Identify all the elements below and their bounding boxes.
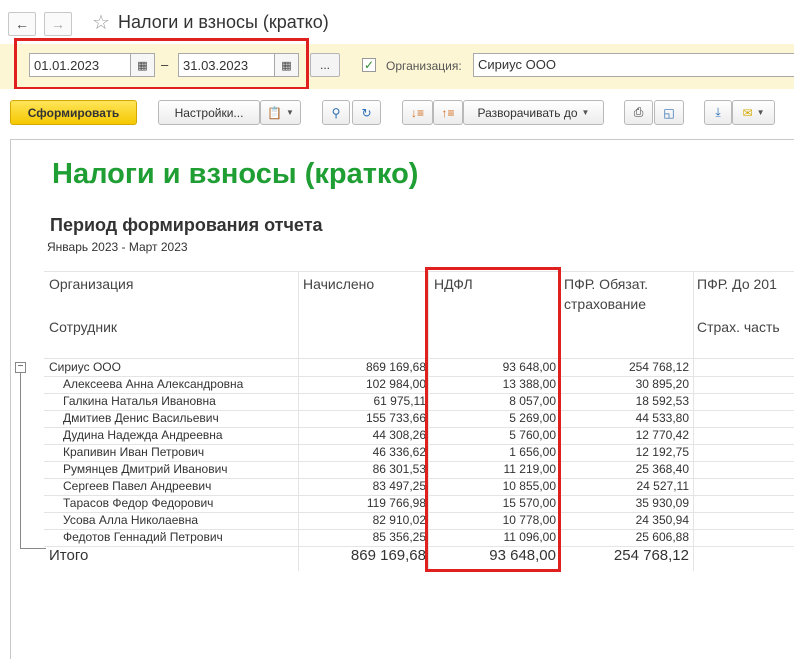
chevron-down-icon: ▼: [286, 108, 294, 117]
column-header-pfr-insurance-part: Страх. часть: [697, 319, 780, 335]
employee-accrued: 119 766,98: [366, 496, 426, 510]
employee-name: Усова Алла Николаевна: [63, 513, 199, 527]
employee-pfr: 25 606,88: [635, 530, 689, 544]
chevron-down-icon: ▼: [581, 108, 590, 117]
employee-pfr: 24 350,94: [635, 513, 689, 527]
org-row-pfr: 254 768,12: [628, 360, 689, 374]
employee-name: Крапивин Иван Петрович: [63, 445, 205, 459]
employee-pfr: 30 895,20: [635, 377, 689, 391]
employee-accrued: 155 733,66: [365, 411, 426, 425]
variants-button[interactable]: 📋 ▼: [260, 100, 301, 125]
column-header-pfr-insurance: ПФР. Обязат. страхование: [564, 276, 649, 312]
org-row-name: Сириус ООО: [49, 360, 121, 374]
employee-accrued: 82 910,02: [372, 513, 426, 527]
report-title: Налоги и взносы (кратко): [52, 158, 419, 190]
organization-label: Организация:: [386, 59, 462, 73]
total-accrued: 869 169,68: [350, 547, 426, 564]
back-button[interactable]: ←: [8, 12, 36, 36]
org-row-accrued: 869 169,68: [365, 360, 426, 374]
download-icon: ⤓: [715, 105, 721, 119]
employee-accrued: 46 336,62: [372, 445, 426, 459]
send-button[interactable]: ✉ ▼: [732, 100, 775, 125]
arrow-left-icon: ←: [15, 16, 29, 32]
print-button[interactable]: ⎙: [624, 100, 653, 125]
settings-button[interactable]: Настройки...: [158, 100, 260, 125]
column-header-employee: Сотрудник: [49, 319, 118, 335]
expand-to-label: Разворачивать до: [477, 105, 578, 120]
grid-line: [693, 271, 694, 571]
arrow-right-icon: →: [51, 16, 65, 32]
employee-pfr: 44 533,80: [635, 411, 689, 425]
employee-accrued: 61 975,11: [373, 394, 427, 408]
employee-name: Галкина Наталья Ивановна: [63, 394, 216, 408]
expand-to-button[interactable]: Разворачивать до ▼: [463, 100, 604, 125]
period-heading: Период формирования отчета: [50, 215, 323, 235]
employee-pfr: 25 368,40: [635, 462, 689, 476]
total-label: Итого: [49, 547, 89, 564]
toolbar: Сформировать Настройки... 📋 ▼ ⚲ ↻ ↓≡ ↑≡ Р…: [0, 89, 794, 135]
ndfl-column-highlight: [425, 267, 561, 572]
sort-desc-icon: ↓≡: [410, 105, 424, 120]
employee-pfr: 35 930,09: [635, 496, 689, 510]
preview-button[interactable]: ◱: [654, 100, 684, 125]
star-icon[interactable]: ☆: [92, 10, 110, 35]
sort-desc-button[interactable]: ↓≡: [402, 100, 433, 125]
employee-pfr: 24 527,11: [636, 479, 690, 493]
employee-name: Дудина Надежда Андреевна: [63, 428, 223, 442]
window-title: Налоги и взносы (кратко): [118, 12, 329, 32]
employee-name: Тарасов Федор Федорович: [63, 496, 214, 510]
chevron-down-icon: ▼: [756, 108, 765, 117]
period-value: Январь 2023 - Март 2023: [47, 240, 188, 254]
employee-name: Румянцев Дмитрий Иванович: [63, 462, 228, 476]
column-header-pfr-before: ПФР. До 201: [697, 276, 777, 292]
group-bracket-end: [20, 548, 46, 549]
employee-pfr: 18 592,53: [635, 394, 689, 408]
generate-button[interactable]: Сформировать: [10, 100, 137, 125]
organization-field[interactable]: Сириус ООО: [473, 53, 794, 77]
find-button[interactable]: ⚲: [322, 100, 350, 125]
employee-accrued: 102 984,00: [365, 377, 426, 391]
save-button[interactable]: ⤓: [704, 100, 732, 125]
total-pfr: 254 768,12: [613, 547, 689, 564]
grid-line: [44, 271, 794, 272]
find-next-button[interactable]: ↻: [352, 100, 381, 125]
search-next-icon: ↻: [361, 105, 372, 120]
envelope-icon: ✉: [742, 105, 753, 120]
collapse-group-icon[interactable]: −: [15, 362, 26, 373]
employee-pfr: 12 770,42: [635, 428, 689, 442]
employee-name: Дмитиев Денис Васильевич: [63, 411, 219, 425]
column-header-organization: Организация: [49, 276, 134, 292]
printer-icon: ⎙: [633, 105, 644, 119]
employee-name: Сергеев Павел Андреевич: [63, 479, 212, 493]
grid-line: [298, 271, 299, 571]
clipboard-icon: 📋: [267, 105, 283, 120]
organization-checkbox[interactable]: ✓: [362, 58, 376, 72]
employee-accrued: 85 356,25: [372, 530, 426, 544]
column-header-accrued: Начислено: [303, 276, 375, 292]
preview-icon: ◱: [663, 105, 675, 120]
employee-name: Федотов Геннадий Петрович: [63, 530, 223, 544]
employee-name: Алексеева Анна Александровна: [63, 377, 244, 391]
group-bracket-line: [20, 373, 21, 549]
sort-asc-icon: ↑≡: [441, 105, 455, 120]
select-period-button[interactable]: ...: [310, 53, 340, 77]
sort-asc-button[interactable]: ↑≡: [433, 100, 463, 125]
employee-pfr: 12 192,75: [635, 445, 689, 459]
employee-accrued: 44 308,26: [372, 428, 426, 442]
search-icon: ⚲: [331, 105, 341, 120]
employee-accrued: 83 497,25: [372, 479, 426, 493]
employee-accrued: 86 301,53: [372, 462, 426, 476]
report-area[interactable]: Налоги и взносы (кратко) Период формиров…: [10, 139, 794, 659]
date-range-highlight: [14, 38, 309, 90]
forward-button[interactable]: →: [44, 12, 72, 36]
